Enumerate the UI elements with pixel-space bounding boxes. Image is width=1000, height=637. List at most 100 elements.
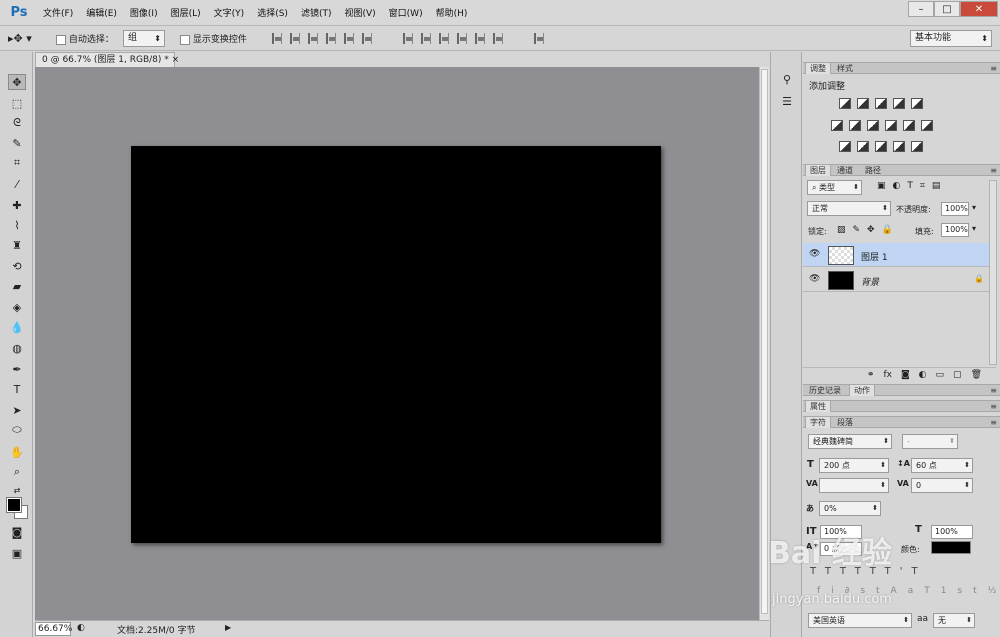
gradient-map-icon[interactable] (911, 141, 923, 152)
quick-mask-icon[interactable]: ◙ (8, 524, 26, 540)
menu-layer[interactable]: 图层(L) (171, 6, 201, 19)
marquee-tool-icon[interactable]: ⬚ (8, 95, 26, 111)
color-lookup-icon[interactable] (921, 120, 933, 131)
new-group-icon[interactable]: ▭ (936, 370, 945, 380)
layer-row[interactable]: 👁 背景 🔒 (803, 268, 996, 292)
curves-icon[interactable] (875, 98, 887, 109)
tsume-field[interactable]: 0% (819, 501, 881, 516)
panel-menu-icon[interactable]: ≡ (990, 386, 997, 395)
quick-select-tool-icon[interactable]: ✎ (8, 135, 26, 151)
hue-saturation-icon[interactable] (831, 120, 843, 131)
move-tool-icon[interactable]: ✥ (8, 74, 26, 90)
show-transform-checkbox[interactable]: 显示变换控件 (180, 32, 247, 45)
path-select-tool-icon[interactable]: ➤ (8, 402, 26, 418)
pen-tool-icon[interactable]: ✒ (8, 361, 26, 377)
menu-window[interactable]: 窗口(W) (389, 6, 423, 19)
panel-menu-icon[interactable]: ≡ (990, 64, 997, 73)
restore-button[interactable]: □ (934, 1, 960, 17)
panel-menu-icon[interactable]: ≡ (990, 418, 997, 427)
distribute-right-icon[interactable] (493, 33, 503, 44)
crop-tool-icon[interactable]: ⌗ (8, 155, 26, 171)
history-panel-icon[interactable]: ⚲ (779, 72, 795, 86)
font-family-dropdown[interactable]: 经典魏碑简 (808, 434, 892, 449)
threshold-icon[interactable] (875, 141, 887, 152)
auto-align-icon[interactable] (534, 33, 544, 44)
fill-arrow-icon[interactable]: ▾ (972, 224, 976, 233)
eraser-tool-icon[interactable]: ▰ (8, 278, 26, 294)
distribute-left-icon[interactable] (457, 33, 467, 44)
opacity-field[interactable]: 100% (941, 202, 969, 216)
align-left-icon[interactable] (326, 33, 336, 44)
history-brush-tool-icon[interactable]: ⟲ (8, 258, 26, 274)
panel-menu-icon[interactable]: ≡ (990, 166, 997, 175)
zoom-level-field[interactable]: 66.67% (35, 622, 72, 636)
workspace-dropdown[interactable]: 基本功能 (910, 30, 992, 47)
healing-brush-tool-icon[interactable]: ✚ (8, 197, 26, 213)
tool-preset-picker[interactable]: ▸✥ ▾ (8, 30, 48, 48)
close-tab-icon[interactable]: × (172, 55, 180, 65)
eye-icon[interactable]: 👁 (809, 249, 820, 259)
vibrance-icon[interactable] (911, 98, 923, 109)
tab-character[interactable]: 字符 (805, 417, 831, 428)
new-layer-icon[interactable]: ▢ (953, 370, 962, 380)
menu-file[interactable]: 文件(F) (43, 6, 73, 19)
eye-icon[interactable]: 👁 (809, 274, 820, 284)
hand-tool-icon[interactable]: ✋ (8, 444, 26, 460)
document-tab[interactable]: 0 @ 66.7% (图层 1, RGB/8) * × (35, 52, 179, 67)
dodge-tool-icon[interactable]: ◍ (8, 340, 26, 356)
eyedropper-tool-icon[interactable]: ⁄ (8, 176, 26, 192)
layer-filter-icons[interactable]: ▣◐T⌗▤ (877, 181, 947, 191)
photo-filter-icon[interactable] (885, 120, 897, 131)
menu-view[interactable]: 视图(V) (344, 6, 375, 19)
link-layers-icon[interactable]: ⚭ (867, 370, 875, 380)
menu-help[interactable]: 帮助(H) (436, 6, 468, 19)
color-balance-icon[interactable] (849, 120, 861, 131)
ellipse-tool-icon[interactable]: ⬭ (8, 422, 26, 438)
auto-select-dropdown[interactable]: 组 (123, 30, 165, 47)
delete-layer-icon[interactable]: 🗑 (971, 370, 982, 380)
clone-stamp-tool-icon[interactable]: ♜ (8, 237, 26, 253)
tab-layers[interactable]: 图层 (805, 165, 831, 176)
close-button[interactable]: ✕ (960, 1, 998, 17)
tab-paths[interactable]: 路径 (861, 165, 885, 176)
status-icon[interactable]: ◐ (77, 623, 85, 633)
distribute-bottom-icon[interactable] (439, 33, 449, 44)
invert-icon[interactable] (839, 141, 851, 152)
layers-scrollbar[interactable] (989, 180, 997, 365)
menu-select[interactable]: 选择(S) (257, 6, 288, 19)
tab-history[interactable]: 历史记录 (805, 385, 845, 396)
channel-mixer-icon[interactable] (903, 120, 915, 131)
tab-properties[interactable]: 属性 (805, 401, 831, 412)
layer-style-icon[interactable]: fx (883, 370, 892, 380)
selective-color-icon[interactable] (893, 141, 905, 152)
distribute-hcenter-icon[interactable] (475, 33, 485, 44)
posterize-icon[interactable] (857, 141, 869, 152)
tab-actions[interactable]: 动作 (849, 385, 875, 396)
auto-select-checkbox[interactable]: 自动选择： (56, 32, 114, 45)
language-dropdown[interactable]: 美国英语 (808, 613, 912, 628)
minimize-button[interactable]: – (908, 1, 934, 17)
paint-bucket-tool-icon[interactable]: ◈ (8, 299, 26, 315)
align-vcenter-icon[interactable] (290, 33, 300, 44)
tab-adjustments[interactable]: 调整 (805, 63, 831, 74)
menu-edit[interactable]: 编辑(E) (86, 6, 117, 19)
zoom-tool-icon[interactable]: ⌕ (8, 464, 26, 480)
tab-paragraph[interactable]: 段落 (833, 417, 857, 428)
distribute-top-icon[interactable] (403, 33, 413, 44)
opacity-arrow-icon[interactable]: ▾ (972, 203, 976, 212)
brightness-icon[interactable] (839, 98, 851, 109)
font-size-field[interactable]: 200 点 (819, 458, 889, 473)
menu-image[interactable]: 图像(I) (130, 6, 158, 19)
new-adjustment-icon[interactable]: ◐ (919, 370, 927, 380)
tab-channels[interactable]: 通道 (833, 165, 857, 176)
brush-tool-icon[interactable]: ⌇ (8, 217, 26, 233)
kerning-field[interactable] (819, 478, 889, 493)
tracking-field[interactable]: 0 (911, 478, 973, 493)
antialias-dropdown[interactable]: 无 (933, 613, 975, 628)
menu-filter[interactable]: 滤镜(T) (301, 6, 332, 19)
lasso-tool-icon[interactable]: ᘓ (8, 115, 26, 131)
distribute-vcenter-icon[interactable] (421, 33, 431, 44)
image-canvas[interactable] (131, 146, 661, 543)
panel-menu-icon[interactable]: ≡ (990, 402, 997, 411)
type-tool-icon[interactable]: T (8, 381, 26, 397)
